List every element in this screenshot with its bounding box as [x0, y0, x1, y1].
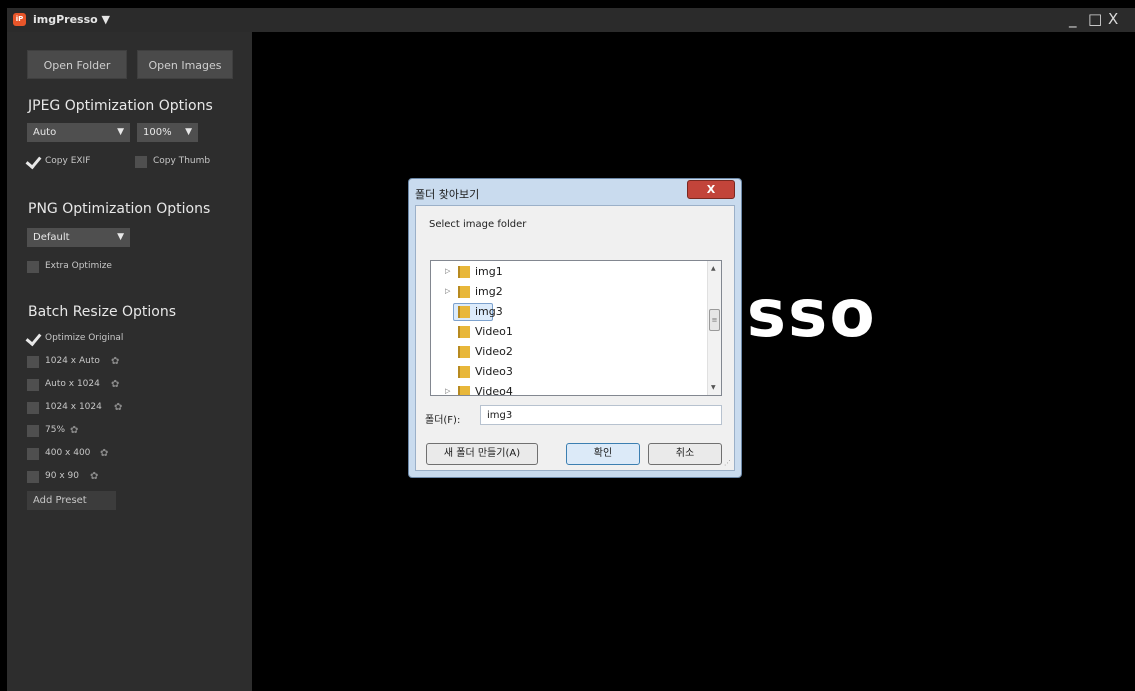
- preset-label: 75%: [45, 425, 66, 435]
- checkbox-box: [27, 471, 39, 483]
- checkbox-box: [27, 402, 39, 414]
- tree-item-video2[interactable]: Video2: [445, 343, 695, 361]
- folder-icon: [458, 326, 470, 338]
- tree-item-video1[interactable]: Video1: [445, 323, 695, 341]
- tree-item-label: img2: [475, 285, 503, 298]
- preset-label: 1024 x 1024: [45, 402, 102, 412]
- scroll-thumb[interactable]: ≡: [709, 309, 720, 331]
- jpeg-quality-select[interactable]: 100% ▼: [137, 123, 198, 142]
- checkbox-box: [27, 356, 39, 368]
- title-bar: iP imgPresso ▼ _ □ X: [7, 8, 1135, 32]
- dialog-close-button[interactable]: X: [687, 180, 735, 199]
- checkbox-box: [27, 448, 39, 460]
- jpeg-mode-select[interactable]: Auto ▼: [27, 123, 130, 142]
- folder-name-input[interactable]: [480, 405, 722, 425]
- chevron-down-icon: ▼: [117, 232, 124, 242]
- chevron-down-icon: ▼: [185, 127, 192, 137]
- jpeg-mode-value: Auto: [33, 127, 57, 138]
- checkmark-icon: [27, 156, 39, 168]
- checkbox-box: [27, 261, 39, 273]
- expand-arrow-icon[interactable]: ▷: [445, 287, 450, 295]
- preset-label: 90 x 90: [45, 471, 79, 481]
- tree-item-img3[interactable]: img3: [445, 303, 695, 321]
- folder-tree[interactable]: ▷ img1 ▷ img2 img3 Video1 Video2 Video3 …: [430, 260, 722, 396]
- preset-label: Auto x 1024: [45, 379, 100, 389]
- folder-icon: [458, 286, 470, 298]
- minimize-button[interactable]: _: [1069, 10, 1077, 28]
- folder-icon: [458, 266, 470, 278]
- app-logo-icon: iP: [13, 13, 26, 26]
- jpeg-quality-value: 100%: [143, 127, 172, 138]
- folder-icon: [458, 306, 470, 318]
- tree-item-label: Video2: [475, 345, 513, 358]
- tree-item-video3[interactable]: Video3: [445, 363, 695, 381]
- checkmark-icon: [27, 333, 39, 345]
- expand-arrow-icon[interactable]: ▷: [445, 267, 450, 275]
- checkbox-box: [135, 156, 147, 168]
- dialog-body: Select image folder ▷ img1 ▷ img2 img3 V…: [415, 205, 735, 471]
- chevron-down-icon: ▼: [117, 127, 124, 137]
- tree-item-label: Video3: [475, 365, 513, 378]
- app-window: iP imgPresso ▼ _ □ X Open Folder Open Im…: [0, 0, 1135, 691]
- open-images-button[interactable]: Open Images: [137, 50, 233, 79]
- png-options-heading: PNG Optimization Options: [28, 201, 211, 217]
- browse-folder-dialog: 폴더 찾아보기 X Select image folder ▷ img1 ▷ i…: [408, 178, 742, 478]
- cancel-button[interactable]: 취소: [648, 443, 722, 465]
- tree-item-label: Video4: [475, 385, 513, 396]
- jpeg-options-heading: JPEG Optimization Options: [28, 98, 213, 114]
- tree-scrollbar[interactable]: ▲ ≡ ▼: [707, 261, 721, 395]
- png-mode-value: Default: [33, 232, 70, 243]
- dialog-description: Select image folder: [429, 219, 527, 230]
- checkbox-box: [27, 425, 39, 437]
- batch-resize-heading: Batch Resize Options: [28, 304, 177, 320]
- open-folder-button[interactable]: Open Folder: [27, 50, 127, 79]
- copy-exif-label: Copy EXIF: [45, 156, 91, 166]
- tree-item-video4[interactable]: ▷ Video4: [445, 383, 695, 396]
- folder-icon: [458, 346, 470, 358]
- scroll-up-icon[interactable]: ▲: [711, 265, 716, 272]
- gear-icon[interactable]: ✿: [90, 471, 98, 482]
- preset-label: 400 x 400: [45, 448, 91, 458]
- folder-icon: [458, 366, 470, 378]
- new-folder-button[interactable]: 새 폴더 만들기(A): [426, 443, 538, 465]
- close-button[interactable]: X: [1108, 10, 1118, 28]
- png-mode-select[interactable]: Default ▼: [27, 228, 130, 247]
- tree-item-img2[interactable]: ▷ img2: [445, 283, 695, 301]
- checkbox-box: [27, 379, 39, 391]
- gear-icon[interactable]: ✿: [100, 448, 108, 459]
- gear-icon[interactable]: ✿: [111, 379, 119, 390]
- tree-item-img1[interactable]: ▷ img1: [445, 263, 695, 281]
- ok-button[interactable]: 확인: [566, 443, 640, 465]
- tree-item-label: Video1: [475, 325, 513, 338]
- folder-icon: [458, 386, 470, 395]
- optimize-original-label: Optimize Original: [45, 333, 124, 343]
- gear-icon[interactable]: ✿: [111, 356, 119, 367]
- folder-field-label: 폴더(F):: [425, 415, 461, 426]
- scroll-down-icon[interactable]: ▼: [711, 384, 716, 391]
- tree-item-label: img3: [475, 305, 503, 318]
- copy-thumb-label: Copy Thumb: [153, 156, 211, 166]
- extra-optimize-label: Extra Optimize: [45, 261, 112, 271]
- tree-item-label: img1: [475, 265, 503, 278]
- resize-grip-icon[interactable]: ⋰: [724, 459, 731, 467]
- gear-icon[interactable]: ✿: [70, 425, 78, 436]
- add-preset-button[interactable]: Add Preset: [27, 491, 116, 510]
- expand-arrow-icon[interactable]: ▷: [445, 387, 450, 395]
- preset-label: 1024 x Auto: [45, 356, 100, 366]
- app-title-menu[interactable]: imgPresso ▼: [33, 13, 110, 26]
- gear-icon[interactable]: ✿: [114, 402, 122, 413]
- dialog-title: 폴더 찾아보기: [415, 188, 480, 201]
- options-sidebar: Open Folder Open Images JPEG Optimizatio…: [7, 32, 252, 691]
- maximize-button[interactable]: □: [1088, 10, 1102, 28]
